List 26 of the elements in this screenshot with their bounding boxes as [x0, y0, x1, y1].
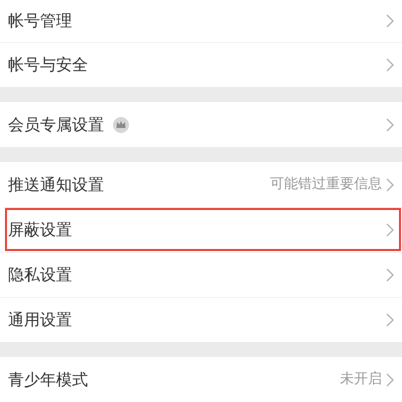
chevron-right-icon	[386, 313, 394, 327]
settings-row[interactable]: 屏蔽设置	[4, 207, 402, 252]
row-label: 帐号管理	[8, 10, 72, 32]
chevron-right-icon	[386, 118, 394, 132]
row-label: 推送通知设置	[8, 174, 104, 196]
row-value: 未开启	[340, 370, 382, 389]
row-label: 会员专属设置	[8, 114, 104, 136]
settings-row[interactable]: 会员专属设置	[0, 102, 402, 147]
chevron-right-icon	[386, 223, 394, 237]
row-value: 可能错过重要信息	[270, 175, 382, 194]
chevron-right-icon	[386, 58, 394, 72]
row-label: 青少年模式	[8, 368, 88, 390]
chevron-right-icon	[386, 14, 394, 28]
settings-row[interactable]: 帐号管理	[0, 0, 402, 42]
settings-row[interactable]: 帐号与安全	[0, 42, 402, 87]
chevron-right-icon	[386, 268, 394, 282]
settings-row[interactable]: 隐私设置	[0, 252, 402, 297]
chevron-right-icon	[386, 372, 394, 386]
row-label: 隐私设置	[8, 264, 72, 286]
row-label: 帐号与安全	[8, 54, 88, 76]
settings-row[interactable]: 青少年模式 未开启	[0, 357, 402, 402]
chevron-right-icon	[386, 178, 394, 192]
row-label: 屏蔽设置	[8, 219, 72, 241]
row-label: 通用设置	[8, 309, 72, 331]
settings-row[interactable]: 推送通知设置 可能错过重要信息	[0, 162, 402, 207]
settings-row[interactable]: 通用设置	[0, 297, 402, 342]
